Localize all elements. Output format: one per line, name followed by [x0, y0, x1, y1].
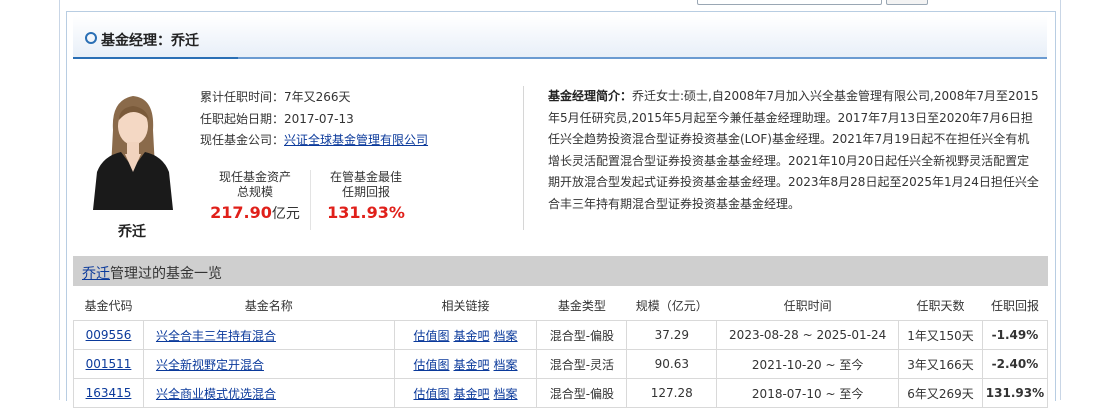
start-date-value: 2017-07-13	[284, 112, 354, 126]
fund-forum-link[interactable]: 基金吧	[454, 329, 490, 343]
company-label: 现任基金公司：	[200, 133, 285, 147]
fund-size: 90.63	[626, 349, 718, 379]
best-return-value: 131.93%	[327, 203, 405, 222]
bio-text: 乔迁女士:硕士,自2008年7月加入兴全基金管理有限公司,2008年7月至201…	[548, 89, 1039, 211]
assets-value-block: 217.90亿元	[205, 203, 305, 223]
col-header-days[interactable]: 任职天数	[898, 290, 983, 321]
valuation-chart-link[interactable]: 估值图	[414, 387, 450, 401]
fund-list-header: 乔迁管理过的基金一览	[73, 256, 1048, 286]
tenure-return: -1.49%	[981, 320, 1049, 350]
company-info: 现任基金公司：兴证全球基金管理有限公司	[200, 131, 428, 148]
fund-forum-link[interactable]: 基金吧	[454, 387, 490, 401]
best-label-line1: 在管基金最佳	[329, 170, 402, 184]
assets-unit: 亿元	[271, 206, 300, 222]
panel-header: 基金经理：乔迁	[73, 16, 1047, 59]
top-search-button[interactable]	[886, 0, 928, 5]
col-header-code[interactable]: 基金代码	[73, 290, 144, 321]
tenure-period: 2018-07-10 ~ 至今	[716, 378, 900, 408]
fund-type: 混合型-偏股	[536, 320, 628, 350]
tenure-period: 2021-10-20 ~ 至今	[716, 349, 900, 379]
tenure-return: -2.40%	[981, 349, 1049, 379]
fund-profile-link[interactable]: 档案	[494, 329, 518, 343]
table-header-row: 基金代码 基金名称 相关链接 基金类型 规模（亿元） 任职时间 任职天数 任职回…	[73, 290, 1048, 321]
fund-list-title-suffix: 管理过的基金一览	[110, 266, 222, 282]
fund-size: 127.28	[626, 378, 718, 408]
fund-name-link[interactable]: 兴全商业模式优选混合	[156, 387, 276, 401]
best-label-line2: 任期回报	[341, 185, 390, 199]
bio-divider	[523, 86, 524, 230]
tenure-period: 2023-08-28 ~ 2025-01-24	[716, 320, 900, 350]
assets-label-line2: 总规模	[236, 185, 273, 199]
fund-name-link[interactable]: 兴全合丰三年持有混合	[156, 329, 276, 343]
tenure-label: 累计任职时间：	[200, 90, 285, 104]
stats-divider	[310, 170, 311, 230]
col-header-links: 相关链接	[394, 290, 537, 321]
tenure-days: 6年又269天	[898, 378, 983, 408]
valuation-chart-link[interactable]: 估值图	[414, 358, 450, 372]
valuation-chart-link[interactable]: 估值图	[414, 329, 450, 343]
assets-label: 现任基金资产 总规模	[205, 170, 305, 200]
fund-size: 37.29	[626, 320, 718, 350]
tenure-days: 3年又166天	[898, 349, 983, 379]
col-header-name[interactable]: 基金名称	[143, 290, 395, 321]
fund-forum-link[interactable]: 基金吧	[454, 358, 490, 372]
tenure-value: 7年又266天	[284, 90, 351, 104]
tenure-info: 累计任职时间：7年又266天	[200, 88, 351, 105]
fund-code-link[interactable]: 009556	[86, 328, 132, 342]
best-return-label: 在管基金最佳 任期回报	[316, 170, 416, 200]
manager-name-link[interactable]: 乔迁	[82, 266, 110, 282]
fund-profile-link[interactable]: 档案	[494, 358, 518, 372]
fund-profile-link[interactable]: 档案	[494, 387, 518, 401]
bio-label: 基金经理简介：	[548, 89, 633, 103]
circle-bullet-icon	[85, 32, 97, 44]
fund-list-title: 乔迁管理过的基金一览	[82, 263, 222, 283]
title-underline	[73, 57, 238, 59]
fund-code-link[interactable]: 001511	[86, 357, 132, 371]
fund-type: 混合型-灵活	[536, 349, 628, 379]
start-date-label: 任职起始日期：	[200, 112, 285, 126]
table-row: 009556 兴全合丰三年持有混合 估值图 基金吧 档案 混合型-偏股 37.29 …	[73, 320, 1049, 350]
manager-bio: 基金经理简介：乔迁女士:硕士,自2008年7月加入兴全基金管理有限公司,2008…	[548, 86, 1040, 216]
manager-name: 乔迁	[118, 224, 146, 240]
fund-table: 基金代码 基金名称 相关链接 基金类型 规模（亿元） 任职时间 任职天数 任职回…	[73, 290, 1049, 408]
tenure-days: 1年又150天	[898, 320, 983, 350]
start-date-info: 任职起始日期：2017-07-13	[200, 110, 354, 127]
table-row: 163415 兴全商业模式优选混合 估值图 基金吧 档案 混合型-偏股 127.28…	[73, 378, 1049, 408]
fund-code-link[interactable]: 163415	[86, 386, 132, 400]
top-search-input[interactable]	[697, 0, 882, 5]
panel-title: 基金经理：乔迁	[101, 33, 199, 49]
col-header-type[interactable]: 基金类型	[536, 290, 627, 321]
table-row: 001511 兴全新视野定开混合 估值图 基金吧 档案 混合型-灵活 90.63 2…	[73, 349, 1049, 379]
manager-photo	[89, 90, 176, 210]
company-link[interactable]: 兴证全球基金管理有限公司	[284, 133, 428, 147]
col-header-size[interactable]: 规模（亿元）	[626, 290, 717, 321]
col-header-period[interactable]: 任职时间	[716, 290, 899, 321]
assets-value: 217.90	[210, 203, 272, 222]
fund-name-link[interactable]: 兴全新视野定开混合	[156, 358, 264, 372]
tenure-return: 131.93%	[981, 378, 1049, 408]
assets-label-line1: 现任基金资产	[218, 170, 291, 184]
col-header-return[interactable]: 任职回报	[982, 290, 1048, 321]
fund-type: 混合型-偏股	[536, 378, 628, 408]
